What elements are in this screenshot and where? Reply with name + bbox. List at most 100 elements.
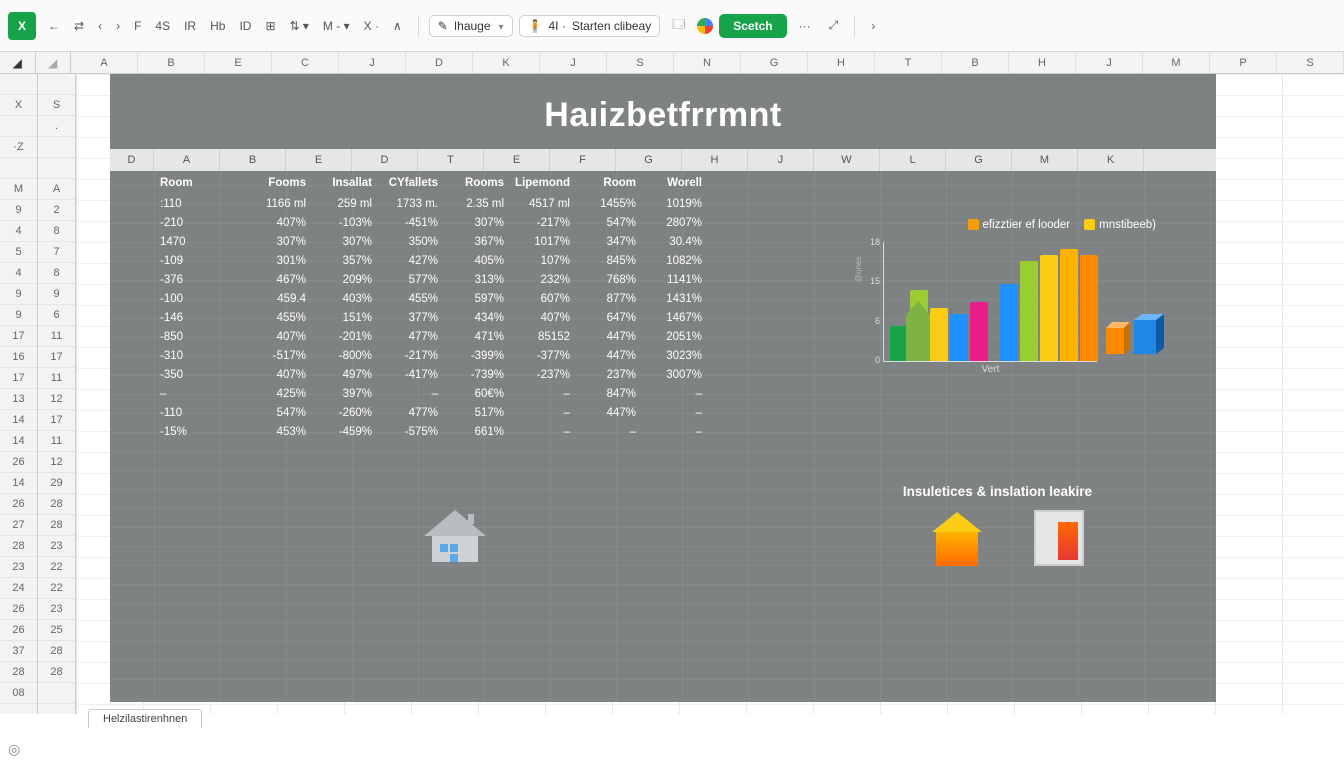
column-label[interactable]: P <box>1210 52 1277 73</box>
row-label[interactable]: 9 <box>0 284 37 305</box>
row-label[interactable]: 11 <box>38 368 75 389</box>
row-label[interactable] <box>0 158 37 179</box>
toolbar-btn[interactable]: ⇄ <box>68 15 90 37</box>
column-label[interactable]: E <box>205 52 272 73</box>
row-label[interactable] <box>38 137 75 158</box>
row-label[interactable]: 26 <box>0 452 37 473</box>
toolbar-btn[interactable]: M - ▾ <box>317 15 356 37</box>
row-label[interactable]: 12 <box>38 452 75 473</box>
row-label[interactable]: 17 <box>38 347 75 368</box>
row-label[interactable]: ·Z <box>0 137 37 158</box>
more-menu[interactable]: ··· <box>793 15 817 37</box>
row-label[interactable]: 14 <box>0 410 37 431</box>
row-label[interactable]: 2 <box>38 200 75 221</box>
status-icon[interactable]: ◎ <box>8 741 20 758</box>
column-label[interactable]: C <box>272 52 339 73</box>
app-logo[interactable]: X <box>8 12 36 40</box>
row-label[interactable] <box>38 158 75 179</box>
row-label[interactable]: 28 <box>38 494 75 515</box>
row-label[interactable]: 22 <box>38 578 75 599</box>
row-label[interactable]: 9 <box>0 200 37 221</box>
row-label[interactable]: 26 <box>0 620 37 641</box>
row-label[interactable]: 28 <box>38 515 75 536</box>
row-label[interactable]: 23 <box>38 536 75 557</box>
row-label[interactable]: 28 <box>38 662 75 683</box>
row-label[interactable]: 14 <box>0 431 37 452</box>
column-label[interactable]: D <box>406 52 473 73</box>
row-label[interactable]: 8 <box>38 263 75 284</box>
share-dropdown[interactable]: 🧍 4I · Starten clibeay <box>519 15 661 37</box>
row-label[interactable]: 13 <box>0 389 37 410</box>
canvas[interactable]: Haıizbetfrrmnt D ABEDTEFGHJWLGMK RoomFoo… <box>76 74 1344 714</box>
row-label[interactable]: 28 <box>38 641 75 662</box>
row-label[interactable]: 17 <box>0 326 37 347</box>
row-label[interactable]: 28 <box>0 536 37 557</box>
row-label[interactable]: 12 <box>38 389 75 410</box>
column-label[interactable]: S <box>607 52 674 73</box>
row-label[interactable]: S <box>38 95 75 116</box>
expand-icon[interactable]: ⤢ <box>823 14 845 37</box>
row-label[interactable]: 17 <box>0 368 37 389</box>
row-label[interactable] <box>38 683 75 704</box>
row-label[interactable]: 25 <box>38 620 75 641</box>
column-label[interactable]: S <box>1277 52 1344 73</box>
column-label[interactable]: B <box>942 52 1009 73</box>
chevron-right-icon[interactable]: › <box>865 15 881 37</box>
row-label[interactable]: 16 <box>0 347 37 368</box>
row-label[interactable]: 29 <box>38 473 75 494</box>
column-label[interactable]: M <box>1143 52 1210 73</box>
column-label[interactable]: B <box>138 52 205 73</box>
row-label[interactable]: A <box>38 179 75 200</box>
google-icon[interactable] <box>697 18 713 34</box>
toolbar-btn[interactable]: X · <box>358 15 385 37</box>
row-label[interactable]: 23 <box>0 557 37 578</box>
row-label[interactable]: 08 <box>0 683 37 704</box>
toolbar-btn[interactable]: ∧ <box>387 15 408 37</box>
row-label[interactable] <box>0 74 37 95</box>
row-label[interactable]: X <box>0 95 37 116</box>
column-label[interactable]: K <box>473 52 540 73</box>
row-label[interactable]: . <box>38 116 75 137</box>
search-button[interactable]: Scetch <box>719 14 786 38</box>
row-label[interactable]: 7 <box>38 242 75 263</box>
row-label[interactable]: 23 <box>38 599 75 620</box>
row-label[interactable]: M <box>0 179 37 200</box>
row-label[interactable]: 24 <box>0 578 37 599</box>
row-label[interactable]: 9 <box>0 305 37 326</box>
toolbar-btn[interactable]: ID <box>233 15 257 37</box>
toolbar-btn[interactable]: ⇅ ▾ <box>284 15 315 37</box>
column-label[interactable]: N <box>674 52 741 73</box>
toolbar-btn[interactable]: 4S <box>149 15 176 37</box>
grid-icon[interactable]: 🗔 <box>666 11 691 40</box>
row-label[interactable]: 37 <box>0 641 37 662</box>
row-label[interactable]: 17 <box>38 410 75 431</box>
toolbar-btn[interactable]: ‹ <box>92 15 108 37</box>
row-label[interactable]: 26 <box>0 599 37 620</box>
sheet-area[interactable]: X·ZM945499171617131414261426272823242626… <box>0 74 1344 714</box>
toolbar-btn[interactable]: ← <box>42 15 66 37</box>
toolbar-btn[interactable]: ⊞ <box>259 15 281 37</box>
row-label[interactable]: 5 <box>0 242 37 263</box>
row-label[interactable]: 22 <box>38 557 75 578</box>
row-label[interactable] <box>38 74 75 95</box>
row-label[interactable]: 14 <box>0 473 37 494</box>
column-label[interactable]: H <box>1009 52 1076 73</box>
row-label[interactable]: 4 <box>0 221 37 242</box>
row-label[interactable]: 8 <box>38 221 75 242</box>
column-label[interactable]: J <box>1076 52 1143 73</box>
row-label[interactable]: 28 <box>0 662 37 683</box>
column-label[interactable]: J <box>540 52 607 73</box>
row-label[interactable] <box>0 116 37 137</box>
column-label[interactable]: T <box>875 52 942 73</box>
column-label[interactable]: A <box>71 52 138 73</box>
column-label[interactable]: G <box>741 52 808 73</box>
row-label[interactable]: 26 <box>0 494 37 515</box>
toolbar-btn[interactable]: F <box>128 15 147 37</box>
column-label[interactable]: H <box>808 52 875 73</box>
row-label[interactable]: 11 <box>38 326 75 347</box>
row-label[interactable]: 27 <box>0 515 37 536</box>
toolbar-btn[interactable]: IR <box>178 15 202 37</box>
row-label[interactable]: 11 <box>38 431 75 452</box>
format-dropdown[interactable]: ✎ Ihauge <box>429 15 513 37</box>
row-label[interactable]: 4 <box>0 263 37 284</box>
